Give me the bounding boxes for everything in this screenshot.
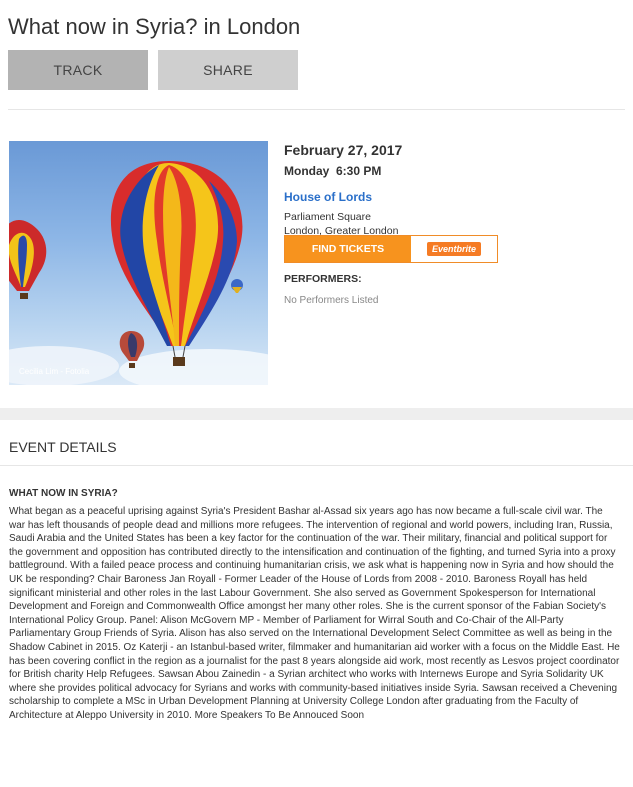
event-image: Cecilia Lim - Fotolia (9, 141, 268, 385)
eventbrite-logo-area: Eventbrite (411, 236, 497, 262)
event-date: February 27, 2017 (284, 142, 403, 158)
address-line-1: Parliament Square (284, 211, 371, 223)
find-tickets-button[interactable]: FIND TICKETS Eventbrite (284, 235, 498, 263)
details-divider (0, 465, 633, 466)
page-title: What now in Syria? in London (8, 14, 301, 39)
share-button[interactable]: SHARE (158, 50, 298, 90)
hot-air-balloons-illustration (9, 161, 268, 385)
section-separator (0, 408, 633, 420)
event-info: February 27, 2017 Monday 6:30 PM House o… (284, 140, 514, 238)
event-details-heading: EVENT DETAILS (9, 439, 117, 455)
find-tickets-label: FIND TICKETS (311, 243, 385, 255)
image-credit: Cecilia Lim - Fotolia (19, 367, 90, 376)
eventbrite-logo: Eventbrite (426, 242, 481, 256)
event-time: Monday 6:30 PM (284, 164, 382, 178)
event-description: What began as a peaceful uprising agains… (9, 506, 620, 721)
performers-heading: PERFORMERS: (284, 273, 362, 285)
performers-value: No Performers Listed (284, 295, 379, 306)
track-button[interactable]: TRACK (8, 50, 148, 90)
venue-link[interactable]: House of Lords (284, 190, 514, 204)
details-subheading: WHAT NOW IN SYRIA? (9, 488, 118, 499)
header-divider (8, 109, 625, 110)
